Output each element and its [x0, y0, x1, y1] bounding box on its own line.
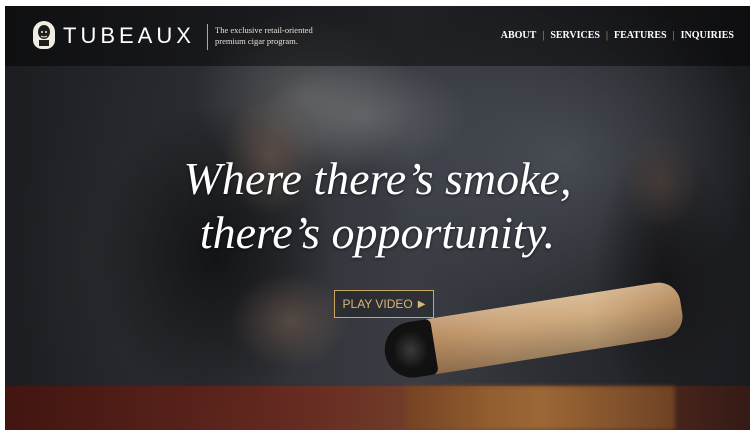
nav-item-inquiries[interactable]: INQUIRIES	[681, 30, 734, 41]
cigar-reflection	[405, 386, 675, 430]
nav-item-services[interactable]: SERVICES	[550, 30, 600, 41]
brand-tagline: The exclusive retail-oriented premium ci…	[215, 25, 365, 47]
play-video-label: PLAY VIDEO	[342, 297, 413, 311]
nav-item-features[interactable]: FEATURES	[614, 30, 667, 41]
cigar-ash	[380, 318, 439, 382]
headline-line-2: there’s opportunity.	[199, 207, 556, 258]
hero-section: TUBEAUX The exclusive retail-oriented pr…	[5, 6, 750, 430]
nav-separator: |	[542, 30, 545, 41]
main-nav: ABOUT | SERVICES | FEATURES | INQUIRIES	[501, 30, 734, 41]
brand-divider	[207, 24, 208, 50]
hero-headline: Where there’s smoke, there’s opportunity…	[5, 152, 750, 260]
nav-separator: |	[672, 30, 675, 41]
brand-wordmark[interactable]: TUBEAUX	[63, 24, 195, 48]
headline-line-1: Where there’s smoke,	[183, 153, 572, 204]
nav-separator: |	[606, 30, 609, 41]
gentleman-emblem-icon[interactable]	[33, 21, 55, 49]
play-triangle-icon: ▶	[417, 298, 426, 310]
hands-lighting	[210, 256, 370, 386]
nav-item-about[interactable]: ABOUT	[501, 30, 537, 41]
tagline-line-2: premium cigar program.	[215, 36, 298, 46]
play-video-button[interactable]: PLAY VIDEO ▶	[334, 290, 434, 318]
site-header: TUBEAUX The exclusive retail-oriented pr…	[5, 6, 750, 66]
tagline-line-1: The exclusive retail-oriented	[215, 25, 313, 35]
